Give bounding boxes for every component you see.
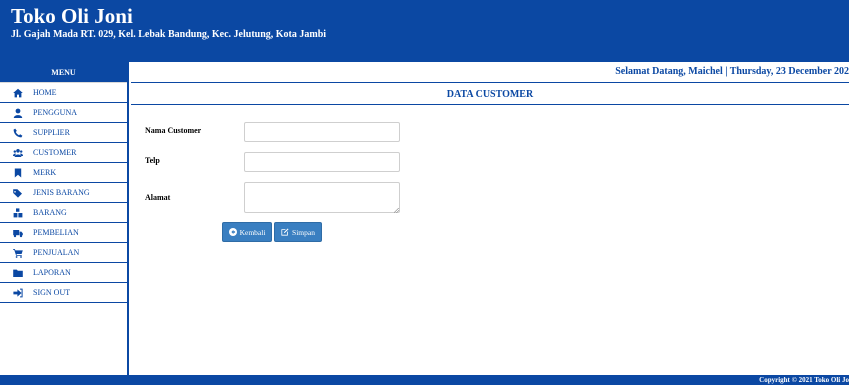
welcome-text: Selamat Datang, Maichel | Thursday, 23 D… [615, 66, 849, 77]
alamat-textarea[interactable] [244, 182, 400, 213]
sidebar-item-label: HOME [33, 88, 57, 97]
sidebar-item-penjualan[interactable]: PENJUALAN [0, 243, 127, 263]
sidebar-item-label: PEMBELIAN [33, 228, 79, 237]
sidebar-item-label: BARANG [33, 208, 67, 217]
kembali-button[interactable]: Kembali [222, 222, 272, 242]
sidebar-item-pembelian[interactable]: PEMBELIAN [0, 223, 127, 243]
welcome-bar: Selamat Datang, Maichel | Thursday, 23 D… [131, 62, 849, 83]
sidebar-item-pengguna[interactable]: PENGGUNA [0, 103, 127, 123]
sidebar-item-sign-out[interactable]: SIGN OUT [0, 283, 127, 303]
resize-handle-icon[interactable] [394, 208, 399, 213]
sidebar-item-merk[interactable]: MERK [0, 163, 127, 183]
sidebar: MENU HOME PENGGUNA SUPPLIER CUSTOMER MER… [0, 62, 129, 375]
nama-customer-label: Nama Customer [145, 126, 202, 135]
telp-label: Telp [145, 156, 160, 165]
copyright-text: Copyright © 2021 Toko Oli Jo [759, 376, 849, 384]
kembali-button-label: Kembali [239, 227, 266, 237]
app-header: Toko Oli Joni Jl. Gajah Mada RT. 029, Ke… [0, 0, 849, 62]
footer: Copyright © 2021 Toko Oli Jo [0, 375, 849, 385]
nama-customer-input[interactable] [244, 122, 400, 142]
sidebar-item-barang[interactable]: BARANG [0, 203, 127, 223]
alamat-label: Alamat [145, 193, 171, 202]
sign-out-icon [12, 287, 24, 299]
bookmark-icon [12, 167, 24, 179]
users-icon [12, 147, 24, 159]
sidebar-item-label: CUSTOMER [33, 148, 77, 157]
sidebar-item-label: PENJUALAN [33, 248, 80, 257]
simpan-button-label: Simpan [292, 227, 315, 237]
sidebar-item-laporan[interactable]: LAPORAN [0, 263, 127, 283]
sidebar-item-customer[interactable]: CUSTOMER [0, 143, 127, 163]
sidebar-item-jenis-barang[interactable]: JENIS BARANG [0, 183, 127, 203]
truck-icon [12, 227, 24, 239]
menu-list: HOME PENGGUNA SUPPLIER CUSTOMER MERK JEN… [0, 82, 127, 303]
sidebar-item-label: PENGGUNA [33, 108, 77, 117]
sidebar-item-label: JENIS BARANG [33, 188, 90, 197]
sidebar-item-label: SIGN OUT [33, 288, 71, 297]
phone-icon [12, 127, 24, 139]
menu-title: MENU [0, 62, 127, 82]
customer-form: Nama Customer Telp Alamat Kembali Simpan [131, 105, 849, 375]
simpan-button[interactable]: Simpan [274, 222, 322, 242]
sidebar-item-supplier[interactable]: SUPPLIER [0, 123, 127, 143]
telp-input[interactable] [244, 152, 400, 172]
arrow-circle-left-icon [228, 228, 237, 236]
cubes-icon [12, 207, 24, 219]
page-title: DATA CUSTOMER [131, 84, 849, 105]
store-address: Jl. Gajah Mada RT. 029, Kel. Lebak Bandu… [11, 29, 327, 40]
cart-icon [12, 247, 24, 259]
home-icon [12, 87, 24, 99]
app-title: Toko Oli Joni [11, 4, 133, 28]
sidebar-item-label: MERK [33, 168, 57, 177]
folder-icon [12, 267, 24, 279]
sidebar-item-label: SUPPLIER [33, 128, 70, 137]
sidebar-item-home[interactable]: HOME [0, 83, 127, 103]
sidebar-item-label: LAPORAN [33, 268, 71, 277]
edit-icon [281, 228, 289, 236]
user-icon [12, 107, 24, 119]
tags-icon [12, 187, 24, 199]
